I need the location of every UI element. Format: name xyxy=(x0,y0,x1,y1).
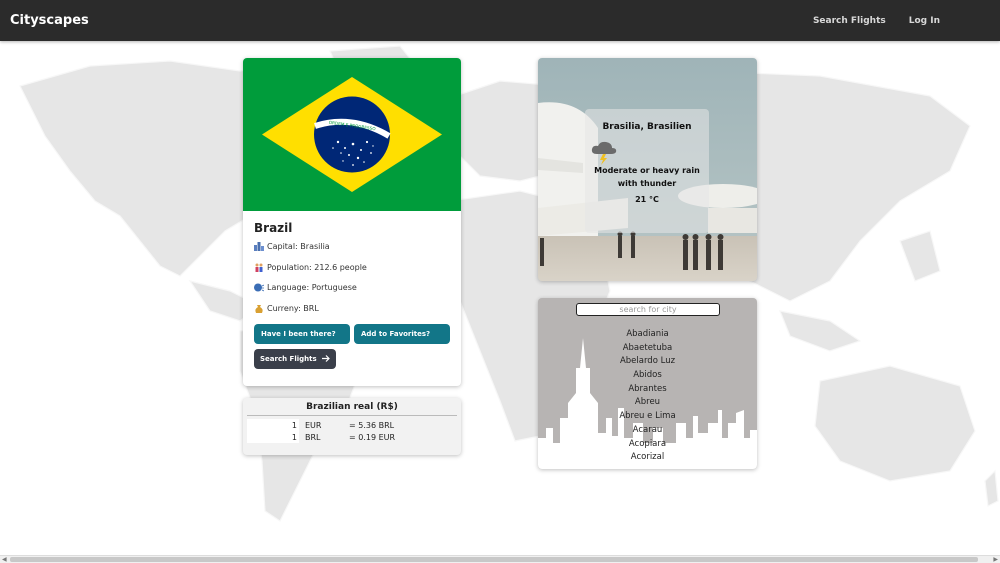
currency-amount[interactable]: 1 xyxy=(247,419,299,431)
city-list-item[interactable]: Abreu xyxy=(538,396,757,410)
navbar: Cityscapes Search Flights Log In xyxy=(0,0,1000,41)
money-bag-icon xyxy=(254,304,267,316)
city-list-item[interactable]: Acarau xyxy=(538,424,757,438)
scroll-right-icon[interactable]: ▶ xyxy=(993,556,998,563)
city-list-item[interactable]: Abreu e Lima xyxy=(538,410,757,424)
city-list-item[interactable]: Abadiania xyxy=(538,328,757,342)
city-list-item[interactable]: Abelardo Luz xyxy=(538,355,757,369)
country-card: ORDEM E PROGRESSO Brazil Capital: Brasil… xyxy=(243,58,461,386)
city-list-card: Abadiania Abaetetuba Abelardo Luz Abidos… xyxy=(538,298,757,469)
city-list-item[interactable]: Acorizal xyxy=(538,451,757,465)
currency-title: Brazilian real (R$) xyxy=(247,402,457,416)
scroll-left-icon[interactable]: ◀ xyxy=(2,556,7,563)
scrollbar-thumb[interactable] xyxy=(10,557,978,562)
city-list-item[interactable]: Abidos xyxy=(538,369,757,383)
population-text: Population: 212.6 people xyxy=(267,262,367,272)
speaking-head-icon xyxy=(254,283,267,295)
currency-row: 1 EUR = 5.36 BRL xyxy=(247,419,457,431)
city-list-item[interactable]: Abrantes xyxy=(538,383,757,397)
currency-row: Curreny: BRL xyxy=(254,304,450,325)
currency-result: = 0.19 EUR xyxy=(349,432,396,442)
horizontal-scrollbar[interactable]: ◀ ▶ xyxy=(0,555,1000,563)
weather-temperature: 21 °C xyxy=(635,195,659,204)
currency-row: 1 BRL = 0.19 EUR xyxy=(247,431,457,443)
language-text: Language: Portuguese xyxy=(267,283,357,292)
arrow-right-icon xyxy=(321,354,330,364)
been-there-button[interactable]: Have I been there? xyxy=(254,324,350,344)
currency-table: 1 EUR = 5.36 BRL 1 BRL = 0.19 EUR xyxy=(247,419,457,443)
currency-text: Curreny: BRL xyxy=(267,303,319,313)
brand-logo[interactable]: Cityscapes xyxy=(10,13,89,28)
weather-card: Brasilia, Brasilien Moderate or heavy ra… xyxy=(538,58,757,281)
world-map-background xyxy=(19,45,999,522)
language-row: Language: Portuguese xyxy=(254,283,450,304)
currency-amount[interactable]: 1 xyxy=(247,431,299,443)
capital-text: Capital: Brasilia xyxy=(267,242,330,251)
nav-login-link[interactable]: Log In xyxy=(909,16,940,26)
search-flights-button[interactable]: Search Flights xyxy=(254,349,336,369)
country-name: Brazil xyxy=(254,221,293,235)
currency-result: = 5.36 BRL xyxy=(349,420,395,430)
currency-code: BRL xyxy=(305,432,321,442)
weather-description: Moderate or heavy rain with thunder xyxy=(594,166,700,188)
weather-info-panel: Brasilia, Brasilien Moderate or heavy ra… xyxy=(585,109,709,233)
capital-row: Capital: Brasilia xyxy=(254,242,450,263)
cityscape-icon xyxy=(254,242,267,254)
thunderstorm-icon xyxy=(591,141,617,165)
currency-code: EUR xyxy=(305,420,322,430)
city-list-item[interactable]: Acopiara xyxy=(538,438,757,452)
population-row: Population: 212.6 people xyxy=(254,263,450,284)
brazil-flag-image: ORDEM E PROGRESSO xyxy=(243,58,461,211)
country-action-buttons: Have I been there? Add to Favorites? xyxy=(254,324,450,344)
city-list: Abadiania Abaetetuba Abelardo Luz Abidos… xyxy=(538,328,757,465)
weather-city: Brasilia, Brasilien xyxy=(602,122,692,132)
people-icon xyxy=(254,263,267,275)
nav-search-flights-link[interactable]: Search Flights xyxy=(813,16,886,26)
currency-converter-card: Brazilian real (R$) 1 EUR = 5.36 BRL 1 B… xyxy=(243,398,461,455)
city-list-item[interactable]: Abaetetuba xyxy=(538,342,757,356)
nav-links: Search Flights Log In xyxy=(790,16,940,26)
add-to-favorites-button[interactable]: Add to Favorites? xyxy=(354,324,450,344)
search-flights-label: Search Flights xyxy=(260,355,317,363)
city-search-input[interactable] xyxy=(576,303,720,316)
